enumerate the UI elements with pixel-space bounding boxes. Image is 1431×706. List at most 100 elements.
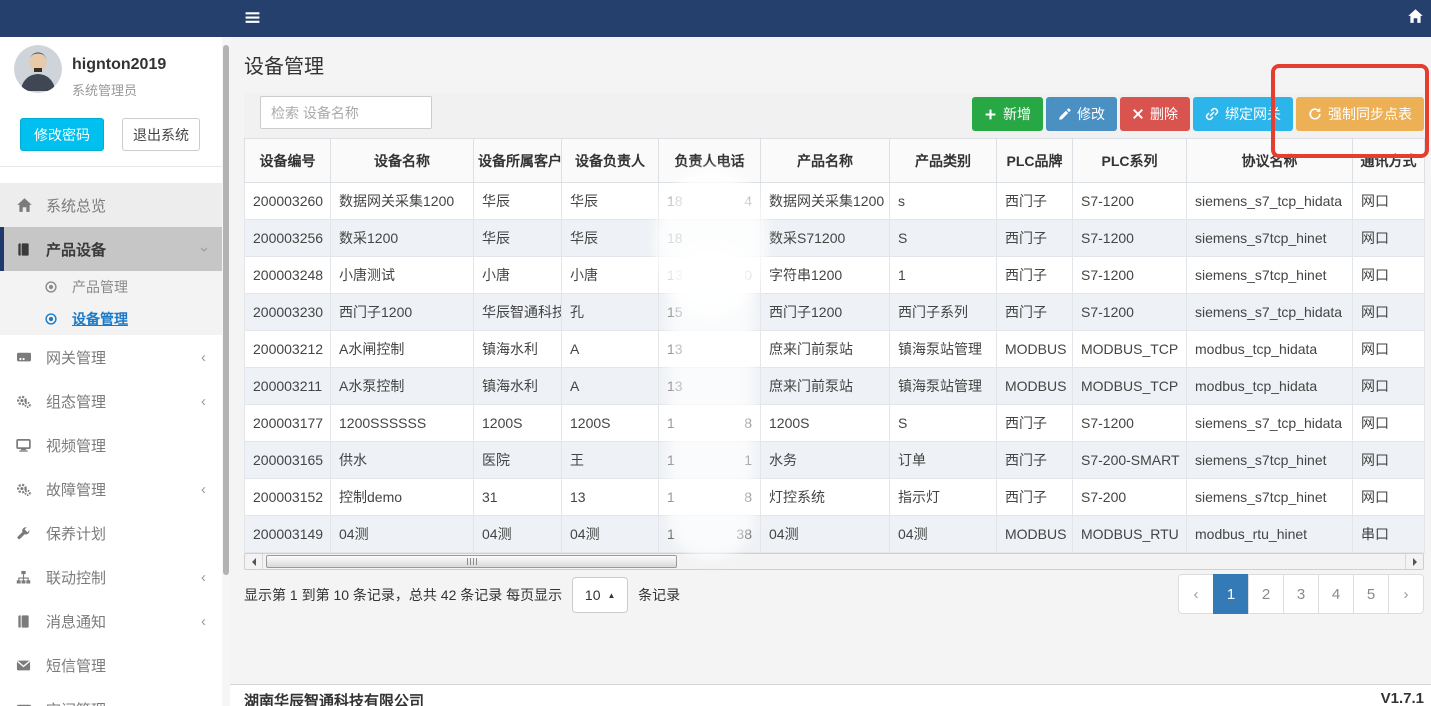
sidebar-item-label: 保养计划 (46, 523, 106, 544)
button-label: 强制同步点表 (1328, 104, 1412, 124)
cogs-icon (16, 482, 38, 497)
sidebar-item-product-device[interactable]: 产品设备‹ (0, 227, 222, 271)
sidebar-item-label: 消息通知 (46, 611, 106, 632)
logout-button[interactable]: 退出系统 (122, 118, 200, 151)
sidebar-item-device-management[interactable]: 设备管理 (0, 303, 222, 335)
cell-protocol: siemens_s7_tcp_hidata (1187, 405, 1353, 442)
bind-gateway-button[interactable]: 绑定网关 (1193, 97, 1293, 131)
cell-comm: 网口 (1353, 331, 1425, 368)
pagination-page-2[interactable]: 2 (1248, 574, 1284, 614)
sidebar-item-product-management[interactable]: 产品管理 (0, 271, 222, 303)
cell-id: 200003256 (245, 220, 331, 257)
cell-name: 04测 (331, 516, 474, 553)
sidebar-scrollbar-thumb[interactable] (223, 45, 229, 575)
cell-category: 西门子系列 (890, 294, 997, 331)
footer: 湖南华辰智通科技有限公司 V1.7.1 (230, 684, 1431, 706)
sidebar-scrollbar[interactable] (222, 37, 230, 706)
horizontal-scrollbar[interactable] (244, 553, 1424, 570)
page-title: 设备管理 (244, 50, 324, 79)
pagination-page-3[interactable]: 3 (1283, 574, 1319, 614)
column-header[interactable]: 设备所属客户 (474, 139, 562, 183)
phone-suffix: 8 (744, 489, 752, 505)
toolbar: 新增修改删除 绑定网关 强制同步点表 (244, 93, 1424, 138)
column-header[interactable]: 协议名称 (1187, 139, 1353, 183)
cell-category: S (890, 220, 997, 257)
cell-plc-series: S7-1200 (1073, 294, 1187, 331)
sidebar-item-space-management[interactable]: 空间管理 (0, 687, 222, 706)
phone-suffix: 38 (736, 526, 752, 542)
search-input[interactable] (260, 96, 432, 129)
sidebar-item-maintenance-plan[interactable]: 保养计划 (0, 511, 222, 555)
table-header-row: 设备编号设备名称设备所属客户设备负责人负责人电话产品名称产品类别PLC品牌PLC… (245, 139, 1425, 183)
delete-button[interactable]: 删除 (1120, 97, 1190, 131)
scroll-right-arrow[interactable] (1405, 554, 1423, 569)
table-row[interactable]: 200003256数采1200华辰华辰18数采S71200S西门子S7-1200… (245, 220, 1425, 257)
scroll-left-arrow[interactable] (245, 554, 263, 569)
cell-id: 200003212 (245, 331, 331, 368)
column-header[interactable]: PLC品牌 (997, 139, 1073, 183)
table-row[interactable]: 200003165供水医院王11水务订单西门子S7-200-SMARTsieme… (245, 442, 1425, 479)
cell-plc-series: S7-200-SMART (1073, 442, 1187, 479)
column-header[interactable]: 设备名称 (331, 139, 474, 183)
column-header[interactable]: 设备负责人 (562, 139, 659, 183)
pagination-page-1[interactable]: 1 (1213, 574, 1249, 614)
caret-up-icon: ▲ (608, 591, 616, 600)
cell-category: s (890, 183, 997, 220)
table-row[interactable]: 2000031771200SSSSSS1200S1200S181200SS西门子… (245, 405, 1425, 442)
column-header[interactable]: 产品名称 (761, 139, 890, 183)
sidebar-item-gateway-management[interactable]: 网关管理‹ (0, 335, 222, 379)
cell-customer: 华辰 (474, 220, 562, 257)
sidebar-item-linkage-control[interactable]: 联动控制‹ (0, 555, 222, 599)
table-row[interactable]: 200003152控制demo311318灯控系统指示灯西门子S7-200sie… (245, 479, 1425, 516)
cell-product: 数据网关采集1200 (761, 183, 890, 220)
cell-id: 200003177 (245, 405, 331, 442)
cell-category: 镇海泵站管理 (890, 331, 997, 368)
sidebar-item-system-overview[interactable]: 系统总览 (0, 183, 222, 227)
add-button[interactable]: 新增 (972, 97, 1043, 131)
horizontal-scrollbar-thumb[interactable] (266, 555, 677, 568)
column-header[interactable]: 通讯方式 (1353, 139, 1425, 183)
pagination-page-5[interactable]: 5 (1353, 574, 1389, 614)
page-size-dropdown[interactable]: 10 ▲ (572, 577, 628, 613)
table-row[interactable]: 200003230西门子1200华辰智通科技孔15西门子1200西门子系列西门子… (245, 294, 1425, 331)
sidebar-toggle-button[interactable] (244, 9, 261, 29)
column-header[interactable]: 负责人电话 (659, 139, 761, 183)
cell-id: 200003165 (245, 442, 331, 479)
column-header[interactable]: 产品类别 (890, 139, 997, 183)
cell-name: 小唐测试 (331, 257, 474, 294)
cell-customer: 华辰智通科技 (474, 294, 562, 331)
button-label: 绑定网关 (1225, 104, 1281, 124)
table-row[interactable]: 200003260数据网关采集1200华辰华辰184数据网关采集1200s西门子… (245, 183, 1425, 220)
device-table: 设备编号设备名称设备所属客户设备负责人负责人电话产品名称产品类别PLC品牌PLC… (244, 138, 1425, 553)
chevron-down-icon: ‹ (195, 247, 212, 252)
change-password-button[interactable]: 修改密码 (20, 118, 104, 151)
cell-plc-series: S7-1200 (1073, 405, 1187, 442)
table-row[interactable]: 200003211A水泵控制镇海水利A13庶来门前泵站镇海泵站管理MODBUSM… (245, 368, 1425, 405)
sidebar-item-message-notification[interactable]: 消息通知‹ (0, 599, 222, 643)
table-row[interactable]: 200003212A水闸控制镇海水利A13庶来门前泵站镇海泵站管理MODBUSM… (245, 331, 1425, 368)
edit-button[interactable]: 修改 (1046, 97, 1117, 131)
cell-category: 04测 (890, 516, 997, 553)
pagination-next[interactable]: › (1388, 574, 1424, 614)
device-table-wrap: 设备编号设备名称设备所属客户设备负责人负责人电话产品名称产品类别PLC品牌PLC… (244, 138, 1424, 553)
sidebar-item-scada-management[interactable]: 组态管理‹ (0, 379, 222, 423)
home-button[interactable] (1407, 8, 1424, 28)
force-sync-button[interactable]: 强制同步点表 (1296, 97, 1424, 131)
column-header[interactable]: 设备编号 (245, 139, 331, 183)
pencil-icon (1058, 108, 1071, 121)
cogs-icon (16, 394, 38, 409)
sidebar-item-video-management[interactable]: 视频管理 (0, 423, 222, 467)
link-icon (1205, 107, 1219, 121)
cell-comm: 串口 (1353, 516, 1425, 553)
cell-id: 200003260 (245, 183, 331, 220)
cell-protocol: siemens_s7tcp_hinet (1187, 257, 1353, 294)
pagination-prev[interactable]: ‹ (1178, 574, 1214, 614)
column-header[interactable]: PLC系列 (1073, 139, 1187, 183)
table-row[interactable]: 200003248小唐测试小唐小唐130字符串12001西门子S7-1200si… (245, 257, 1425, 294)
sidebar-item-sms-management[interactable]: 短信管理 (0, 643, 222, 687)
phone-prefix: 13 (667, 267, 683, 283)
pagination-page-4[interactable]: 4 (1318, 574, 1354, 614)
sidebar-item-fault-management[interactable]: 故障管理‹ (0, 467, 222, 511)
envelope-icon (16, 658, 38, 673)
table-row[interactable]: 20000314904测04测04测13804测04测MODBUSMODBUS_… (245, 516, 1425, 553)
